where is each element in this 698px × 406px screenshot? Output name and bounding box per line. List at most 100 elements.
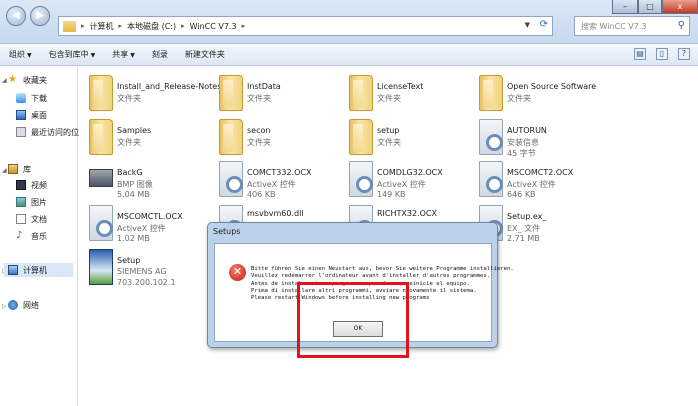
expand-triangle-icon[interactable]: ▷ xyxy=(2,303,7,310)
sidebar-item-music[interactable]: ♪ 音乐 xyxy=(16,229,47,243)
file-item[interactable]: setup 文件夹 xyxy=(339,115,467,159)
file-item[interactable]: Setup SIEMENS AG 703.200.102.1 xyxy=(79,245,207,289)
breadcrumb-wincc[interactable]: WinCC V7.3 xyxy=(190,22,237,31)
file-name: Setup.ex_ xyxy=(507,212,547,221)
refresh-icon[interactable]: ⟳ xyxy=(540,19,548,30)
music-icon: ♪ xyxy=(16,230,23,241)
folder-icon xyxy=(479,75,503,111)
file-name: Setup xyxy=(117,256,141,265)
file-type: 文件夹 xyxy=(247,94,271,103)
file-item[interactable]: COMDLG32.OCX ActiveX 控件 149 KB xyxy=(339,157,467,201)
sidebar-item-recent[interactable]: 最近访问的位置 xyxy=(16,125,87,139)
chevron-right-icon: ▸ xyxy=(181,22,185,30)
sidebar-item-videos[interactable]: 视频 xyxy=(16,178,47,192)
sidebar-item-documents[interactable]: 文档 xyxy=(16,212,47,226)
expand-triangle-icon[interactable]: ◢ xyxy=(2,77,7,84)
highlight-box xyxy=(297,282,409,358)
file-type: BMP 图像 xyxy=(117,180,153,189)
organize-menu[interactable]: 组织 ▼ xyxy=(9,49,32,60)
maximize-button[interactable]: □ xyxy=(638,0,662,14)
file-name: MSCOMCTL.OCX xyxy=(117,212,183,221)
file-item[interactable]: Samples 文件夹 xyxy=(79,115,207,159)
bmp-image-icon xyxy=(89,169,113,187)
file-name: InstData xyxy=(247,82,281,91)
address-input[interactable]: ▸ 计算机 ▸ 本地磁盘 (C:) ▸ WinCC V7.3 ▸ ▼ ⟳ xyxy=(58,16,553,36)
share-menu[interactable]: 共享 ▼ xyxy=(112,49,135,60)
downloads-icon xyxy=(16,93,26,103)
view-options-icon[interactable]: ▤ xyxy=(634,48,646,60)
file-item[interactable]: COMCT332.OCX ActiveX 控件 406 KB xyxy=(209,157,337,201)
file-type: 文件夹 xyxy=(377,138,401,147)
file-item[interactable]: BackG BMP 图像 5.04 MB xyxy=(79,157,207,201)
network-icon xyxy=(8,300,18,310)
file-size: 5.04 MB xyxy=(117,190,150,199)
file-name: BackG xyxy=(117,168,143,177)
folder-icon xyxy=(89,75,113,111)
settings-file-icon xyxy=(479,119,503,155)
file-type: ActiveX 控件 xyxy=(377,180,426,189)
dialog-title: Setups xyxy=(213,227,241,236)
file-name: Open Source Software xyxy=(507,82,597,91)
message-line: Veuillez redémarrer l'ordinateur avant d… xyxy=(251,273,491,280)
sidebar-item-downloads[interactable]: 下载 xyxy=(16,91,47,105)
file-name: RICHTX32.OCX xyxy=(377,209,437,218)
close-window-button[interactable]: x xyxy=(662,0,698,14)
file-name: Install_and_Release-Notes xyxy=(117,82,222,91)
activex-icon xyxy=(479,161,503,197)
forward-button[interactable]: ▶ xyxy=(30,6,50,26)
sidebar-item-desktop[interactable]: 桌面 xyxy=(16,108,47,122)
burn-button[interactable]: 刻录 xyxy=(152,49,168,60)
file-item[interactable]: Install_and_Release-Notes 文件夹 xyxy=(79,71,221,115)
help-icon[interactable]: ? xyxy=(678,48,690,60)
desktop-icon xyxy=(16,110,26,120)
computer-icon xyxy=(8,265,18,275)
file-type: SIEMENS AG xyxy=(117,267,167,276)
preview-pane-icon[interactable]: ▯ xyxy=(656,48,668,60)
include-library-menu[interactable]: 包含到库中 ▼ xyxy=(49,49,96,60)
back-button[interactable]: ◀ xyxy=(6,6,26,26)
sidebar-item-network[interactable]: 网络 xyxy=(8,298,39,312)
error-icon: ✕ xyxy=(229,264,246,281)
file-name: msvbvm60.dll xyxy=(247,209,304,218)
activex-icon xyxy=(349,161,373,197)
navigation-pane: ◢ ★收藏夹 下载 桌面 最近访问的位置 ◢ 库 视频 图片 文档 ♪音乐 ▷ … xyxy=(0,67,87,406)
sidebar-item-pictures[interactable]: 图片 xyxy=(16,195,47,209)
file-type: 文件夹 xyxy=(247,138,271,147)
file-size: 1.02 MB xyxy=(117,234,150,243)
file-name: COMCT332.OCX xyxy=(247,168,312,177)
sidebar-item-favorites[interactable]: ★ 收藏夹 xyxy=(8,73,47,87)
chevron-down-icon: ▼ xyxy=(130,52,135,59)
file-item[interactable]: MSCOMCT2.OCX ActiveX 控件 646 KB xyxy=(469,157,597,201)
file-item[interactable]: LicenseText 文件夹 xyxy=(339,71,467,115)
file-item[interactable]: secon 文件夹 xyxy=(209,115,337,159)
new-folder-button[interactable]: 新建文件夹 xyxy=(185,49,225,60)
file-name: AUTORUN xyxy=(507,126,547,135)
file-name: setup xyxy=(377,126,400,135)
chevron-down-icon[interactable]: ▼ xyxy=(525,21,530,29)
sidebar-item-libraries[interactable]: 库 xyxy=(8,162,31,176)
sidebar-item-computer[interactable]: 计算机 xyxy=(4,263,73,277)
activex-icon xyxy=(89,205,113,241)
recent-places-icon xyxy=(16,127,26,137)
file-type: 文件夹 xyxy=(507,94,531,103)
file-size: 406 KB xyxy=(247,190,276,199)
folder-icon xyxy=(89,119,113,155)
breadcrumb-local-disk[interactable]: 本地磁盘 (C:) xyxy=(127,21,176,32)
file-size: 646 KB xyxy=(507,190,536,199)
file-size: 2.71 MB xyxy=(507,234,540,243)
file-item[interactable]: AUTORUN 安装信息 45 字节 xyxy=(469,115,597,159)
file-item[interactable]: InstData 文件夹 xyxy=(209,71,337,115)
minimize-button[interactable]: – xyxy=(612,0,638,14)
folder-icon xyxy=(349,119,373,155)
folder-icon xyxy=(63,20,76,32)
breadcrumb-computer[interactable]: 计算机 xyxy=(90,21,114,32)
file-item[interactable]: MSCOMCTL.OCX ActiveX 控件 1.02 MB xyxy=(79,201,207,245)
video-icon xyxy=(16,180,26,190)
file-type: 文件夹 xyxy=(117,138,141,147)
search-input[interactable]: 搜索 WinCC V7.3 ⚲ xyxy=(574,16,690,36)
file-item[interactable]: Open Source Software 文件夹 xyxy=(469,71,597,115)
chevron-down-icon: ▼ xyxy=(27,52,32,59)
expand-triangle-icon[interactable]: ◢ xyxy=(2,167,7,174)
file-type: 文件夹 xyxy=(377,94,401,103)
chevron-right-icon: ▸ xyxy=(118,22,123,30)
